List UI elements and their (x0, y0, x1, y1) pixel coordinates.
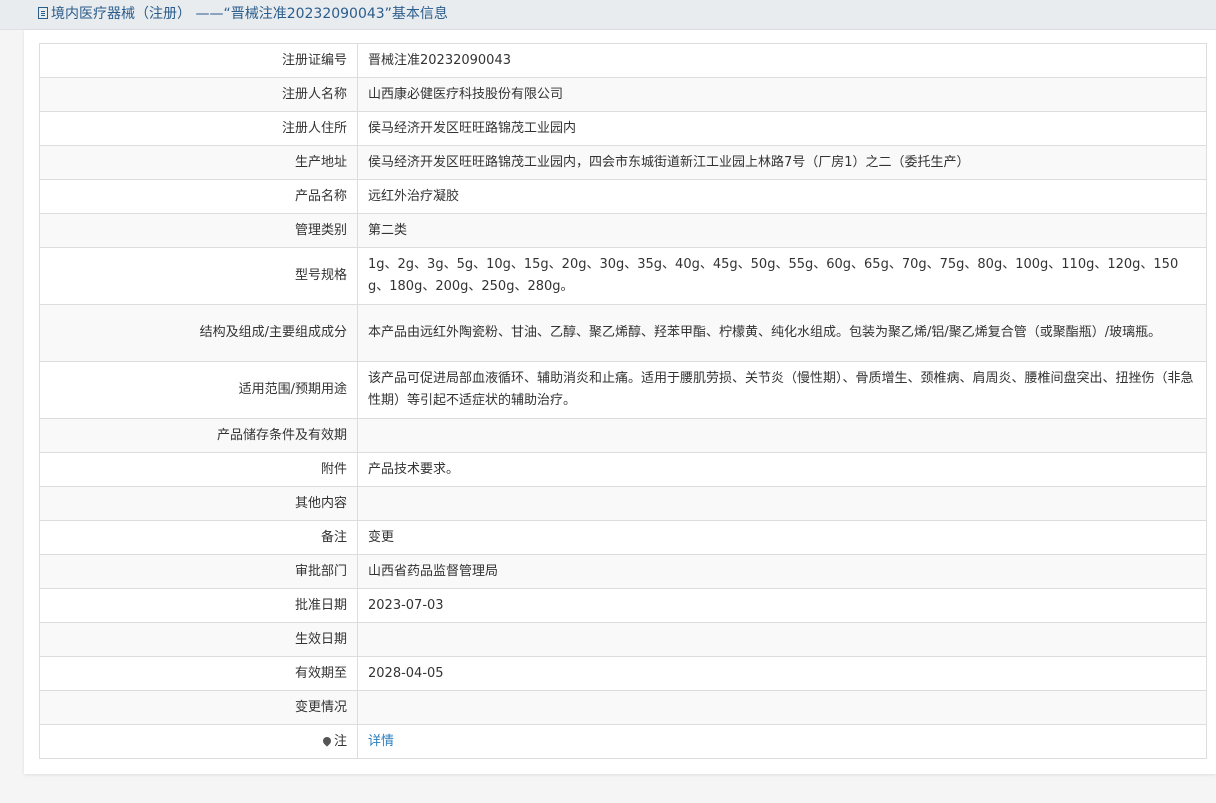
table-row: 附件 产品技术要求。 (39, 452, 1207, 487)
row-label: 结构及组成/主要组成成分 (39, 304, 358, 362)
row-label: 生效日期 (39, 622, 358, 657)
table-row: 注册人住所 侯马经济开发区旺旺路锦茂工业园内 (39, 111, 1207, 146)
row-value: 侯马经济开发区旺旺路锦茂工业园内，四会市东城街道新江工业园上林路7号（厂房1）之… (357, 145, 1207, 180)
table-row: 有效期至 2028-04-05 (39, 656, 1207, 691)
row-value: 晋械注准20232090043 (357, 43, 1207, 78)
row-value: 本产品由远红外陶瓷粉、甘油、乙醇、聚乙烯醇、羟苯甲酯、柠檬黄、纯化水组成。包装为… (357, 304, 1207, 362)
note-label: 注 (39, 724, 358, 759)
row-label: 产品储存条件及有效期 (39, 418, 358, 453)
note-label-text: 注 (333, 733, 347, 749)
note-row: 注 详情 (39, 724, 1207, 759)
row-value (357, 690, 1207, 725)
row-label: 变更情况 (39, 690, 358, 725)
page-title-text: 境内医疗器械（注册） ——“晋械注准20232090043”基本信息 (51, 6, 448, 22)
table-row: 结构及组成/主要组成成分 本产品由远红外陶瓷粉、甘油、乙醇、聚乙烯醇、羟苯甲酯、… (39, 304, 1207, 362)
row-value: 1g、2g、3g、5g、10g、15g、20g、30g、35g、40g、45g、… (357, 247, 1207, 305)
row-label: 产品名称 (39, 179, 358, 214)
table-row: 其他内容 (39, 486, 1207, 521)
table-row: 管理类别 第二类 (39, 213, 1207, 248)
row-label: 审批部门 (39, 554, 358, 589)
details-link[interactable]: 详情 (368, 734, 394, 749)
row-label: 注册人名称 (39, 77, 358, 112)
row-value: 2023-07-03 (357, 588, 1207, 623)
row-label: 其他内容 (39, 486, 358, 521)
row-value: 第二类 (357, 213, 1207, 248)
page-header: 境内医疗器械（注册） ——“晋械注准20232090043”基本信息 (0, 0, 1216, 30)
page-title: 境内医疗器械（注册） ——“晋械注准20232090043”基本信息 (38, 5, 448, 23)
row-value (357, 486, 1207, 521)
table-row: 注册证编号 晋械注准20232090043 (39, 43, 1207, 78)
table-row: 型号规格 1g、2g、3g、5g、10g、15g、20g、30g、35g、40g… (39, 247, 1207, 305)
row-label: 注册证编号 (39, 43, 358, 78)
note-value: 详情 (357, 724, 1207, 759)
table-row: 适用范围/预期用途 该产品可促进局部血液循环、辅助消炎和止痛。适用于腰肌劳损、关… (39, 361, 1207, 419)
table-row: 批准日期 2023-07-03 (39, 588, 1207, 623)
table-row: 变更情况 (39, 690, 1207, 725)
row-label: 注册人住所 (39, 111, 358, 146)
table-row: 产品名称 远红外治疗凝胶 (39, 179, 1207, 214)
table-row: 备注 变更 (39, 520, 1207, 555)
row-value: 变更 (357, 520, 1207, 555)
row-label: 附件 (39, 452, 358, 487)
table-row: 产品储存条件及有效期 (39, 418, 1207, 453)
row-value (357, 418, 1207, 453)
row-label: 型号规格 (39, 247, 358, 305)
row-label: 管理类别 (39, 213, 358, 248)
row-value: 产品技术要求。 (357, 452, 1207, 487)
document-icon (38, 7, 48, 19)
info-table: 注册证编号 晋械注准20232090043 注册人名称 山西康必健医疗科技股份有… (39, 43, 1207, 759)
table-row: 审批部门 山西省药品监督管理局 (39, 554, 1207, 589)
table-row: 生产地址 侯马经济开发区旺旺路锦茂工业园内，四会市东城街道新江工业园上林路7号（… (39, 145, 1207, 180)
row-label: 生产地址 (39, 145, 358, 180)
row-value: 2028-04-05 (357, 656, 1207, 691)
info-panel: 注册证编号 晋械注准20232090043 注册人名称 山西康必健医疗科技股份有… (24, 30, 1216, 774)
row-value: 侯马经济开发区旺旺路锦茂工业园内 (357, 111, 1207, 146)
table-row: 注册人名称 山西康必健医疗科技股份有限公司 (39, 77, 1207, 112)
row-label: 适用范围/预期用途 (39, 361, 358, 419)
row-value: 山西省药品监督管理局 (357, 554, 1207, 589)
row-value: 山西康必健医疗科技股份有限公司 (357, 77, 1207, 112)
table-row: 生效日期 (39, 622, 1207, 657)
row-value (357, 622, 1207, 657)
row-label: 备注 (39, 520, 358, 555)
row-value: 该产品可促进局部血液循环、辅助消炎和止痛。适用于腰肌劳损、关节炎（慢性期）、骨质… (357, 361, 1207, 419)
pin-icon (321, 734, 333, 747)
row-value: 远红外治疗凝胶 (357, 179, 1207, 214)
row-label: 批准日期 (39, 588, 358, 623)
row-label: 有效期至 (39, 656, 358, 691)
